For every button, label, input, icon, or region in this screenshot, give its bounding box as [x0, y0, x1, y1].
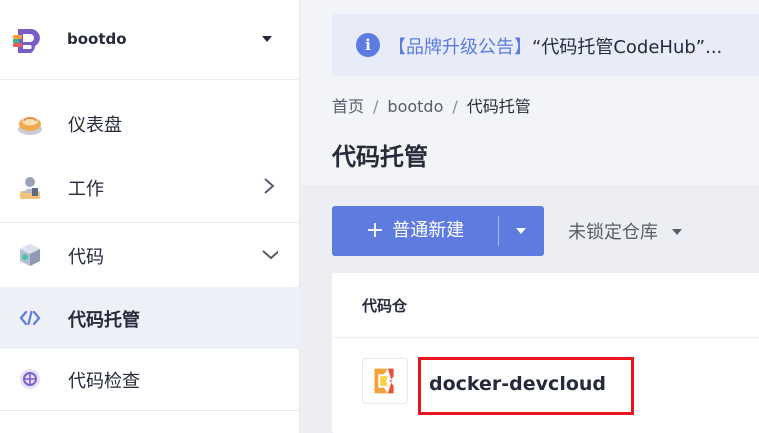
announcement-banner[interactable]: i 【品牌升级公告】“代码托管CodeHub”... [332, 14, 759, 76]
code-icon [20, 244, 40, 266]
sidebar-item-label: 仪表盘 [68, 115, 122, 136]
sidebar-item-dashboard[interactable]: 仪表盘 [0, 92, 300, 154]
project-name[interactable]: bootdo [67, 30, 127, 48]
announcement-text: 【品牌升级公告】“代码托管CodeHub”... [388, 33, 722, 59]
repo-filter-select[interactable]: 未锁定仓库 [568, 218, 682, 244]
new-repo-button[interactable]: + 普通新建 [332, 206, 498, 256]
highlight-box [418, 357, 634, 415]
breadcrumb-current: 代码托管 [466, 97, 531, 116]
info-icon: i [356, 33, 380, 57]
breadcrumb: 首页 / bootdo / 代码托管 [332, 93, 531, 117]
caret-down-icon[interactable] [262, 36, 272, 42]
sidebar-item-code-hosting[interactable]: 代码托管 [0, 287, 300, 349]
project-logo-icon [12, 24, 46, 58]
new-repo-button-label: 普通新建 [392, 220, 465, 241]
dashboard-icon [18, 116, 42, 135]
sidebar-item-code-check[interactable]: 代码检查 [0, 348, 300, 410]
sidebar-item-code[interactable]: 代码 [0, 224, 300, 286]
plus-icon: + [365, 218, 385, 243]
announcement-brand-link[interactable]: 【品牌升级公告】 [388, 37, 532, 58]
sidebar-item-work[interactable]: 工作 [0, 156, 300, 218]
caret-down-icon [516, 228, 526, 234]
sidebar-item-label: 代码检查 [68, 371, 140, 392]
repo-table: 代码仓 docker-devcloud [332, 273, 759, 433]
project-switcher[interactable]: bootdo [0, 0, 300, 80]
column-header-repo: 代码仓 [362, 297, 408, 315]
table-header-divider [332, 337, 759, 338]
chevron-right-icon[interactable] [262, 176, 276, 196]
sidebar-item-label: 代码托管 [68, 310, 140, 331]
work-icon [20, 177, 40, 199]
breadcrumb-home[interactable]: 首页 [332, 97, 364, 116]
sidebar-divider [0, 410, 300, 411]
sidebar-item-label: 代码 [68, 247, 104, 268]
caret-down-icon [672, 229, 682, 235]
sidebar-item-label: 工作 [68, 179, 104, 200]
sidebar: bootdo 仪表盘 工作 代码 代码托管 代码检查 [0, 0, 300, 433]
sidebar-divider [0, 222, 300, 223]
announcement-body: “代码托管CodeHub”... [532, 37, 723, 58]
new-repo-dropdown-button[interactable] [499, 206, 544, 256]
chevron-down-icon[interactable] [258, 244, 278, 264]
breadcrumb-separator: / [452, 97, 458, 116]
breadcrumb-separator: / [373, 97, 379, 116]
main-content: i 【品牌升级公告】“代码托管CodeHub”... 首页 / bootdo / 代码托… [300, 0, 759, 433]
new-repo-button-group: + 普通新建 [332, 206, 544, 256]
code-hosting-icon [19, 310, 41, 326]
breadcrumb-project[interactable]: bootdo [387, 97, 443, 116]
repo-filter-label: 未锁定仓库 [568, 222, 658, 243]
code-check-icon [20, 369, 40, 389]
page-title: 代码托管 [332, 143, 428, 171]
repo-avatar-icon [362, 358, 408, 404]
